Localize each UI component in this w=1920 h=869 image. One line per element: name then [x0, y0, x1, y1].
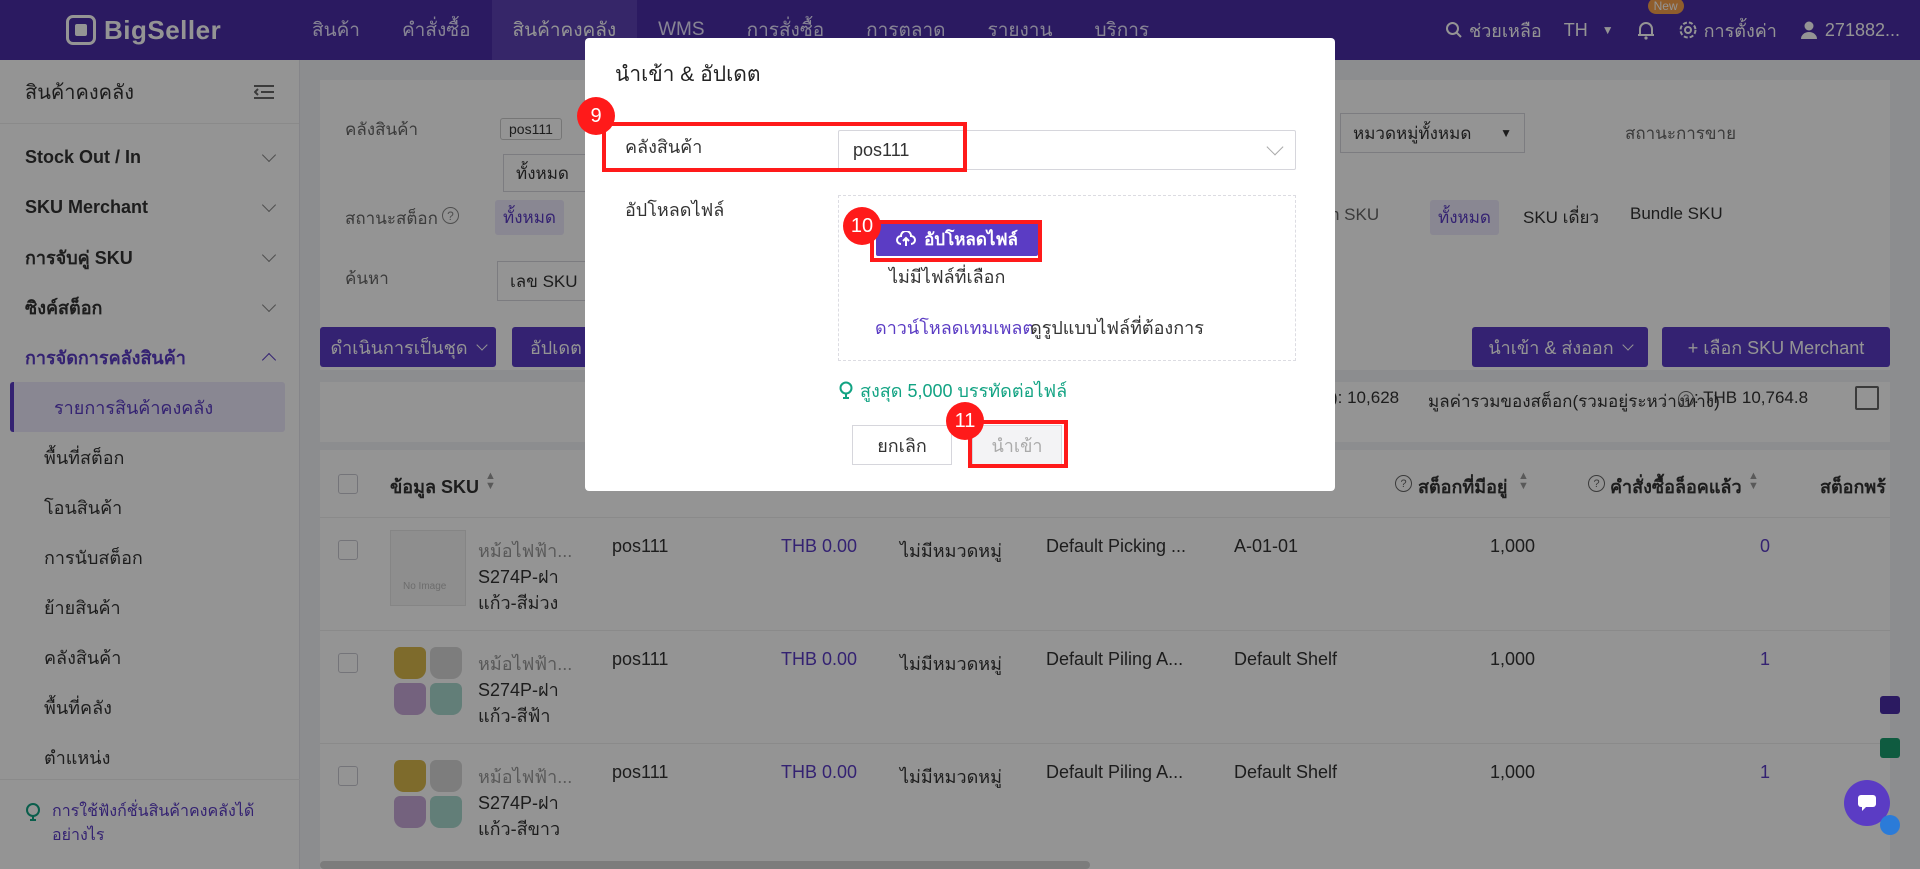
download-template-link[interactable]: ดาวน์โหลดเทมเพลต — [875, 313, 1034, 342]
cancel-button[interactable]: ยกเลิก — [852, 425, 952, 465]
modal-upload-label: อัปโหลดไฟล์ — [625, 200, 725, 220]
row-limit-hint: สูงสุด 5,000 บรรทัดต่อไฟล์ — [838, 376, 1067, 405]
chat-icon — [1858, 795, 1876, 811]
no-file-selected-text: ไม่มีไฟล์ที่เลือก — [889, 267, 1006, 287]
step-10-badge: 10 — [843, 207, 881, 245]
step-11-badge: 11 — [946, 402, 984, 440]
highlight-warehouse-select — [602, 122, 967, 172]
smile-icon[interactable] — [1880, 815, 1900, 835]
lightbulb-icon — [839, 381, 853, 399]
row-limit-text: สูงสุด 5,000 บรรทัดต่อไฟล์ — [860, 381, 1068, 401]
modal-title: นำเข้า & อัปเดต — [615, 63, 761, 86]
highlight-upload-button — [870, 220, 1042, 262]
template-hint-text: ดูรูปแบบไฟล์ที่ต้องการ — [1030, 318, 1204, 338]
chevron-down-icon — [1266, 138, 1284, 156]
highlight-import-button — [968, 420, 1068, 468]
step-9-badge: 9 — [577, 97, 615, 135]
